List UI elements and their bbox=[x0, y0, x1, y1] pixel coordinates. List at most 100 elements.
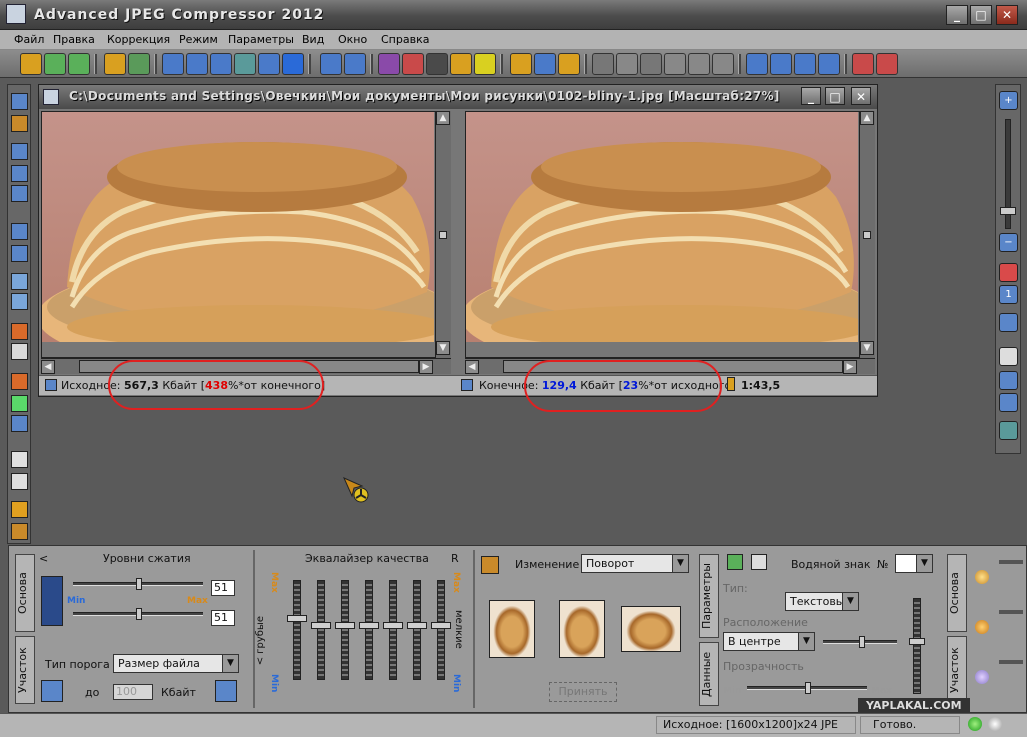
fit-icon[interactable] bbox=[999, 263, 1018, 282]
help-icon[interactable] bbox=[282, 53, 304, 75]
original-image-pane[interactable] bbox=[41, 111, 451, 358]
eq-band-thumb[interactable] bbox=[335, 622, 355, 629]
watermark-size-thumb[interactable] bbox=[859, 636, 865, 648]
menu-help[interactable]: Справка bbox=[381, 33, 429, 46]
menu-correction[interactable]: Коррекция bbox=[107, 33, 170, 46]
save-icon[interactable] bbox=[162, 53, 184, 75]
eq-band-thumb[interactable] bbox=[359, 622, 379, 629]
watermark-type-select[interactable]: Текстовы ▼ bbox=[785, 592, 859, 611]
menu-edit[interactable]: Правка bbox=[53, 33, 95, 46]
palette3-icon[interactable] bbox=[11, 415, 28, 432]
eq-band-slider[interactable] bbox=[365, 580, 373, 680]
menu-mode[interactable]: Режим bbox=[179, 33, 218, 46]
pointer-icon[interactable] bbox=[534, 53, 556, 75]
tab-basis-left[interactable]: Основа bbox=[15, 554, 35, 632]
panel4-icon[interactable] bbox=[999, 421, 1018, 440]
original-vscroll[interactable]: ▲ ▼ bbox=[435, 111, 451, 358]
threshold-select[interactable]: Размер файла ▼ bbox=[113, 654, 239, 673]
preview-eye-icon[interactable] bbox=[426, 53, 448, 75]
chevron-down-icon[interactable]: ▼ bbox=[672, 555, 688, 572]
threshold-apply-icon[interactable] bbox=[41, 680, 63, 702]
panel1-icon[interactable] bbox=[999, 347, 1018, 366]
crop-icon[interactable] bbox=[378, 53, 400, 75]
open-icon[interactable] bbox=[20, 53, 42, 75]
tab-data[interactable]: Данные bbox=[699, 642, 719, 706]
palette-icon[interactable] bbox=[11, 373, 28, 390]
lightning-icon[interactable] bbox=[11, 501, 28, 518]
eq-band-slider[interactable] bbox=[317, 580, 325, 680]
single-icon[interactable] bbox=[11, 185, 28, 202]
panel2-icon[interactable] bbox=[999, 371, 1018, 390]
hand-pointer-icon[interactable] bbox=[558, 53, 580, 75]
stamp-icon[interactable] bbox=[11, 523, 28, 540]
save-all-icon[interactable] bbox=[210, 53, 232, 75]
eq-band-slider[interactable] bbox=[341, 580, 349, 680]
rotate-preview-1[interactable] bbox=[489, 600, 535, 658]
wand-icon[interactable] bbox=[11, 115, 28, 132]
watermark-remove-icon[interactable] bbox=[751, 554, 767, 570]
paste-icon[interactable] bbox=[344, 53, 366, 75]
layout2-icon[interactable] bbox=[11, 245, 28, 262]
magic-wand-icon[interactable] bbox=[640, 53, 662, 75]
table-icon[interactable] bbox=[11, 473, 28, 490]
tile-vertical-icon[interactable] bbox=[770, 53, 792, 75]
result-vscroll[interactable]: ▲ ▼ bbox=[859, 111, 875, 358]
channel-g-icon[interactable] bbox=[975, 620, 989, 634]
batch-icon[interactable] bbox=[68, 53, 90, 75]
close-button[interactable]: ✕ bbox=[996, 5, 1018, 25]
menu-window[interactable]: Окно bbox=[338, 33, 367, 46]
document-icon[interactable] bbox=[43, 89, 59, 105]
check-icon[interactable] bbox=[474, 53, 496, 75]
zoom-out-icon[interactable]: − bbox=[999, 233, 1018, 252]
rotate-preview-3[interactable] bbox=[621, 606, 681, 652]
panel3-icon[interactable] bbox=[999, 393, 1018, 412]
eq-band-thumb[interactable] bbox=[311, 622, 331, 629]
watermark-number-select[interactable]: ▼ bbox=[895, 554, 933, 573]
chevron-down-icon[interactable]: ▼ bbox=[916, 555, 932, 572]
watermark-position-select[interactable]: В центре ▼ bbox=[723, 632, 815, 651]
watermark-vertical-slider[interactable] bbox=[913, 598, 921, 694]
color-bars-icon[interactable] bbox=[11, 323, 28, 340]
channel-b-icon[interactable] bbox=[975, 670, 989, 684]
minimize-button[interactable]: _ bbox=[946, 5, 968, 25]
zoom-view-icon[interactable] bbox=[664, 53, 686, 75]
apply-button[interactable]: Принять bbox=[549, 682, 617, 702]
info-icon[interactable] bbox=[258, 53, 280, 75]
size-settings-icon[interactable] bbox=[215, 680, 237, 702]
tile-horizontal-icon[interactable] bbox=[746, 53, 768, 75]
channel-b-slider[interactable] bbox=[999, 660, 1023, 664]
watermark-add-icon[interactable] bbox=[727, 554, 743, 570]
tab-region-right[interactable]: Участок bbox=[947, 636, 967, 704]
menu-view[interactable]: Вид bbox=[302, 33, 324, 46]
select-circle-icon[interactable] bbox=[616, 53, 638, 75]
tile-grid-icon[interactable] bbox=[818, 53, 840, 75]
eq-band-slider[interactable] bbox=[293, 580, 301, 680]
select-rect-icon[interactable] bbox=[592, 53, 614, 75]
zoom-thumb[interactable] bbox=[1000, 207, 1016, 215]
tab-basis-right[interactable]: Основа bbox=[947, 554, 967, 632]
eq-band-thumb[interactable] bbox=[383, 622, 403, 629]
compression-value-1[interactable]: 51 bbox=[211, 580, 235, 596]
channel-g-slider[interactable] bbox=[999, 610, 1023, 614]
zoom-in-icon[interactable]: + bbox=[999, 91, 1018, 110]
chevron-down-icon[interactable]: ▼ bbox=[222, 655, 238, 672]
palette2-icon[interactable] bbox=[11, 395, 28, 412]
close-window-icon[interactable] bbox=[852, 53, 874, 75]
eq-band-slider[interactable] bbox=[437, 580, 445, 680]
refresh-icon[interactable] bbox=[44, 53, 66, 75]
maximize-button[interactable]: □ bbox=[970, 5, 992, 25]
bars-icon[interactable] bbox=[11, 343, 28, 360]
email-icon[interactable] bbox=[234, 53, 256, 75]
grid-icon[interactable] bbox=[11, 451, 28, 468]
channel-r-slider[interactable] bbox=[999, 560, 1023, 564]
channels-icon[interactable] bbox=[11, 273, 28, 290]
brush-icon[interactable] bbox=[450, 53, 472, 75]
collapse-arrow[interactable]: < bbox=[39, 552, 48, 565]
transform-select[interactable]: Поворот ▼ bbox=[581, 554, 689, 573]
tile-columns-icon[interactable] bbox=[794, 53, 816, 75]
save-as-icon[interactable] bbox=[186, 53, 208, 75]
size-limit-input[interactable]: 100 bbox=[113, 684, 153, 700]
doc-maximize-button[interactable]: □ bbox=[825, 87, 845, 105]
export-icon[interactable] bbox=[876, 53, 898, 75]
compare-icon[interactable] bbox=[11, 143, 28, 160]
